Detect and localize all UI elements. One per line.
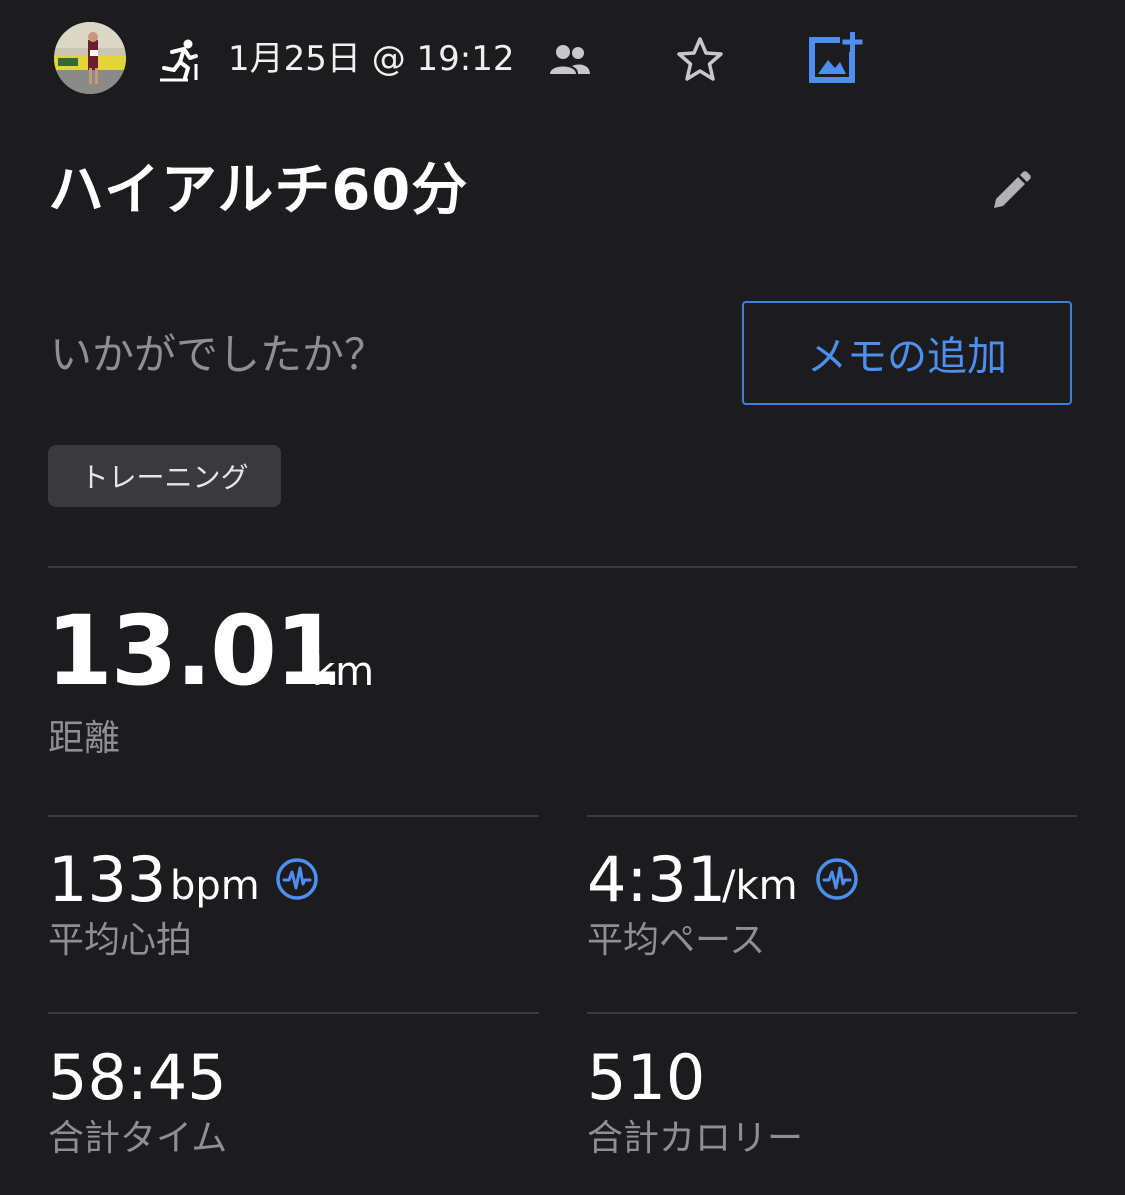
- avg-pace-value: 4:31: [587, 843, 727, 916]
- total-calories-value: 510: [587, 1041, 706, 1114]
- star-icon[interactable]: [674, 34, 726, 86]
- avg-pace-label: 平均ペース: [587, 920, 766, 961]
- activity-date-time: 1月25日 @ 19:12: [228, 39, 515, 79]
- activity-type-tag[interactable]: トレーニング: [48, 445, 281, 507]
- distance-unit: km: [312, 649, 375, 695]
- heart-rate-wave-icon: [275, 857, 319, 901]
- total-time-value: 58:45: [48, 1041, 227, 1114]
- divider: [48, 566, 1077, 568]
- activity-title: ハイアルチ60分: [48, 158, 469, 223]
- distance-value: 13.01: [46, 595, 342, 707]
- running-icon: [158, 38, 204, 82]
- divider: [48, 815, 539, 817]
- divider: [48, 1012, 539, 1014]
- avg-pace-unit: /km: [722, 863, 798, 909]
- avatar[interactable]: [54, 22, 126, 94]
- heart-rate-wave-icon: [815, 857, 859, 901]
- divider: [587, 815, 1077, 817]
- avg-heart-rate-unit: bpm: [170, 863, 260, 909]
- how-was-it-prompt: いかがでしたか？: [50, 330, 387, 379]
- pencil-icon[interactable]: [986, 166, 1036, 216]
- avg-heart-rate-label: 平均心拍: [48, 920, 193, 961]
- avg-heart-rate-value: 133: [48, 843, 167, 916]
- distance-label: 距離: [48, 718, 121, 759]
- add-memo-button[interactable]: メモの追加: [742, 301, 1072, 405]
- group-icon[interactable]: [548, 42, 592, 78]
- total-time-label: 合計タイム: [48, 1118, 228, 1159]
- total-calories-label: 合計カロリー: [587, 1118, 804, 1159]
- divider: [587, 1012, 1077, 1014]
- add-photo-icon[interactable]: [806, 30, 864, 86]
